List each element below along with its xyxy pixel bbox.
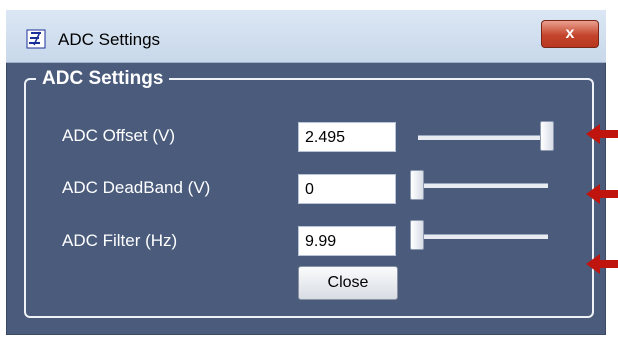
close-icon: x (565, 25, 575, 42)
adc-deadband-slider-thumb[interactable] (410, 170, 424, 200)
app-logo-icon (26, 29, 46, 49)
adc-offset-slider-thumb[interactable] (540, 121, 554, 151)
adc-filter-label: ADC Filter (Hz) (62, 231, 178, 250)
adc-offset-slider-track[interactable] (418, 135, 548, 140)
close-button[interactable]: Close (298, 266, 398, 300)
window-close-button[interactable]: x (541, 20, 599, 48)
red-arrow-icon (586, 124, 618, 144)
title-bar[interactable]: ADC Settings x (6, 10, 606, 63)
adc-filter-input[interactable]: 9.99 (298, 226, 396, 256)
adc-deadband-input[interactable]: 0 (298, 174, 396, 204)
adc-offset-input[interactable]: 2.495 (298, 122, 396, 152)
adc-filter-slider-thumb[interactable] (410, 220, 424, 250)
adc-filter-slider-track[interactable] (410, 234, 548, 239)
adc-deadband-slider-track[interactable] (410, 183, 548, 188)
group-title: ADC Settings (36, 68, 170, 90)
red-arrow-icon (586, 254, 618, 274)
red-arrow-icon (586, 184, 618, 204)
adc-deadband-label: ADC DeadBand (V) (62, 178, 211, 197)
adc-offset-label: ADC Offset (V) (62, 126, 176, 145)
window-title: ADC Settings (58, 30, 161, 49)
